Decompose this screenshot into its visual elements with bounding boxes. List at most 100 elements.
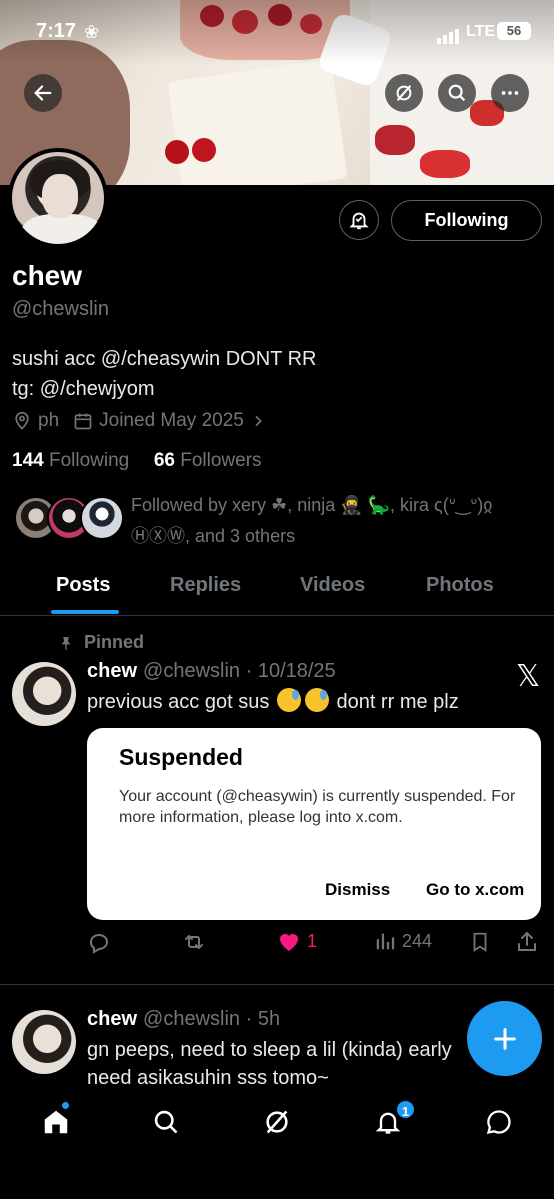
post-header: chew @chewslin · 5h bbox=[87, 1008, 281, 1030]
plus-icon bbox=[493, 1027, 516, 1050]
following-count: 144 bbox=[12, 450, 44, 471]
arrow-left-icon bbox=[34, 85, 52, 101]
profile-name: chew bbox=[12, 260, 83, 291]
location-text: ph bbox=[38, 410, 60, 431]
post-text-line: need asikasuhin sss tomo~ bbox=[87, 1067, 329, 1089]
bottom-navigation: 1 bbox=[0, 1090, 554, 1199]
post-text: previous acc got sus dont rr me plz bbox=[87, 688, 459, 716]
repost-icon bbox=[185, 934, 203, 950]
pin-icon bbox=[61, 636, 71, 650]
reply-button[interactable] bbox=[87, 930, 117, 954]
more-options-button[interactable] bbox=[491, 74, 529, 112]
follower-avatar bbox=[80, 496, 124, 540]
signal-icon bbox=[437, 26, 461, 44]
post-header: chew @chewslin · 10/18/25 bbox=[87, 660, 336, 682]
home-new-indicator bbox=[62, 1102, 69, 1109]
post-avatar[interactable] bbox=[12, 662, 76, 726]
post-author-name[interactable]: chew bbox=[87, 660, 137, 682]
back-button[interactable] bbox=[24, 74, 62, 112]
views-icon bbox=[376, 933, 395, 950]
profile-handle: @chewslin bbox=[12, 298, 110, 320]
calendar-icon bbox=[74, 413, 92, 430]
grok-button[interactable] bbox=[385, 74, 423, 112]
grok-icon bbox=[266, 1110, 288, 1134]
pinned-label: Pinned bbox=[58, 632, 144, 653]
anxious-sweat-emoji-icon bbox=[304, 688, 329, 712]
post-author-handle: @chewslin bbox=[143, 1008, 241, 1030]
anxious-sweat-emoji-icon bbox=[276, 688, 301, 712]
post-date: 10/18/25 bbox=[257, 660, 336, 682]
following-button[interactable]: Following bbox=[391, 200, 542, 241]
followers-label: Followers bbox=[180, 450, 262, 471]
profile-meta: ph Joined May 2025 bbox=[12, 410, 286, 432]
repost-button[interactable] bbox=[181, 930, 213, 954]
bio-line: tg: @/chewjyom bbox=[12, 378, 155, 400]
bookmark-button[interactable] bbox=[469, 930, 497, 954]
like-button[interactable]: 1 bbox=[277, 930, 317, 952]
profile-bio: sushi acc @/cheasywin DONT RR tg: @/chew… bbox=[12, 344, 316, 404]
bell-check-icon bbox=[349, 212, 369, 230]
like-count: 1 bbox=[307, 930, 318, 951]
following-label: Following bbox=[48, 450, 130, 471]
post-text-line: gn peeps, need to sleep a lil (kinda) ea… bbox=[87, 1039, 452, 1061]
compose-post-button[interactable] bbox=[467, 1001, 542, 1076]
nav-messages[interactable] bbox=[479, 1104, 519, 1140]
chevron-right-icon bbox=[255, 415, 262, 427]
tab-replies[interactable]: Replies bbox=[170, 574, 241, 597]
battery-level: 56 bbox=[497, 22, 531, 40]
post-text: gn peeps, need to sleep a lil (kinda) ea… bbox=[87, 1036, 452, 1092]
grok-icon bbox=[396, 85, 412, 101]
followers-link[interactable]: 66 Followers bbox=[154, 450, 262, 471]
post-divider bbox=[0, 984, 554, 985]
post-text-part: dont rr me plz bbox=[336, 691, 459, 713]
notifications-badge: 1 bbox=[395, 1099, 416, 1120]
pinned-text: Pinned bbox=[84, 632, 145, 652]
followed-by-avatars[interactable] bbox=[14, 496, 124, 542]
post-author-name[interactable]: chew bbox=[87, 1008, 137, 1030]
notifications-toggle-button[interactable] bbox=[339, 200, 379, 240]
suspended-dialog: Suspended Your account (@cheasywin) is c… bbox=[87, 728, 541, 920]
follow-stats: 144 Following 66 Followers bbox=[12, 450, 262, 472]
post-text-part: previous acc got sus bbox=[87, 691, 270, 713]
dismiss-button[interactable]: Dismiss bbox=[325, 880, 390, 900]
post-date: 5h bbox=[257, 1008, 281, 1030]
share-button[interactable] bbox=[515, 930, 545, 954]
following-link[interactable]: 144 Following bbox=[12, 450, 129, 471]
post-avatar[interactable] bbox=[12, 1010, 76, 1074]
chat-bubble-icon bbox=[486, 1110, 511, 1135]
go-to-x-button[interactable]: Go to x.com bbox=[426, 880, 524, 900]
nav-grok[interactable] bbox=[257, 1104, 297, 1140]
view-count: 244 bbox=[402, 930, 433, 951]
tab-photos[interactable]: Photos bbox=[426, 574, 494, 597]
nav-search[interactable] bbox=[146, 1104, 186, 1140]
location: ph bbox=[12, 410, 59, 432]
more-horizontal-icon bbox=[501, 91, 519, 95]
post-author-handle: @chewslin bbox=[143, 660, 241, 682]
bio-line: sushi acc @/cheasywin DONT RR bbox=[12, 348, 317, 370]
location-pin-icon bbox=[15, 411, 29, 430]
post-actions: 1 244 bbox=[87, 930, 542, 962]
dialog-message: Your account (@cheasywin) is currently s… bbox=[119, 788, 516, 826]
tab-posts[interactable]: Posts bbox=[56, 574, 110, 597]
active-tab-indicator bbox=[51, 610, 119, 614]
search-icon bbox=[448, 84, 466, 102]
search-button[interactable] bbox=[438, 74, 476, 112]
joined-date[interactable]: Joined May 2025 bbox=[73, 410, 272, 432]
followed-by-text[interactable]: Followed by xery ☘, ninja 🥷 🦕, kira ς(ᐡ‿… bbox=[131, 490, 541, 552]
share-icon bbox=[518, 931, 536, 951]
dialog-title: Suspended bbox=[119, 744, 243, 770]
status-time: 7:17 bbox=[36, 20, 77, 42]
views-button[interactable]: 244 bbox=[374, 930, 432, 952]
nav-home[interactable] bbox=[36, 1104, 76, 1140]
reply-icon bbox=[90, 934, 109, 954]
bookmark-icon bbox=[473, 932, 487, 952]
status-bar: 7:17 ❀ LTE 56 bbox=[0, 18, 554, 48]
heart-filled-icon bbox=[280, 934, 298, 951]
profile-avatar[interactable] bbox=[8, 148, 108, 248]
followers-count: 66 bbox=[153, 450, 175, 471]
tab-videos[interactable]: Videos bbox=[300, 574, 365, 597]
search-icon bbox=[154, 1110, 178, 1134]
joined-text: Joined May 2025 bbox=[99, 410, 244, 431]
focus-mode-icon: ❀ bbox=[84, 22, 100, 42]
x-logo-icon: 𝕏 bbox=[516, 659, 541, 694]
